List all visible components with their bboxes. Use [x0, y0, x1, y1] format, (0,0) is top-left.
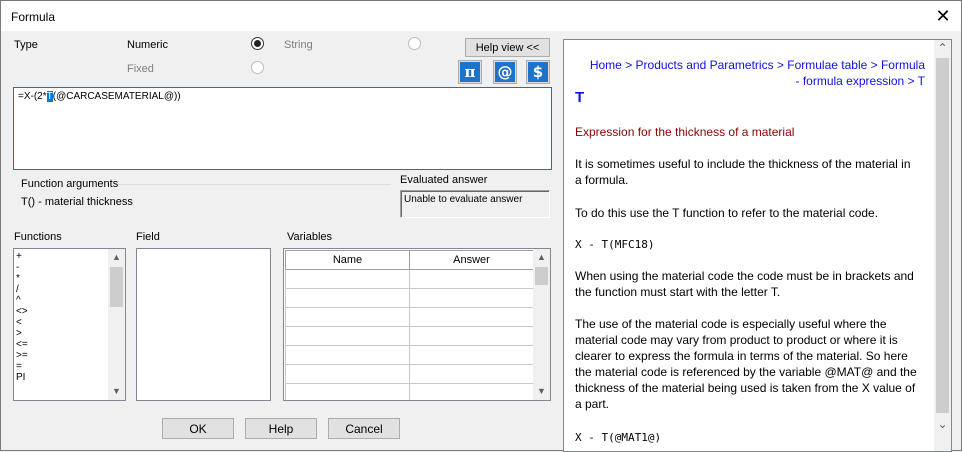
function-list-item[interactable]: <: [16, 317, 28, 328]
scroll-up-icon[interactable]: ⌃: [934, 40, 951, 57]
numeric-label: Numeric: [127, 39, 168, 51]
table-row[interactable]: [285, 326, 534, 346]
variables-col-answer: Answer: [409, 250, 534, 270]
scroll-up-icon[interactable]: ▲: [108, 249, 125, 266]
help-title: T: [575, 89, 585, 106]
variable-name-cell[interactable]: [285, 364, 410, 384]
scroll-down-icon[interactable]: ⌄: [934, 416, 951, 433]
string-radio[interactable]: [408, 37, 421, 50]
field-list[interactable]: [136, 248, 271, 401]
formula-text-before: =X-(2*: [18, 91, 47, 102]
table-row[interactable]: [285, 383, 534, 400]
variable-name-cell[interactable]: [285, 383, 410, 400]
table-row[interactable]: [285, 364, 534, 384]
variables-scrollbar[interactable]: ▲ ▼: [533, 249, 550, 400]
function-list-item[interactable]: PI: [16, 372, 28, 383]
cancel-button[interactable]: Cancel: [328, 418, 400, 439]
function-arguments-divider: [119, 184, 391, 185]
variable-answer-cell[interactable]: [409, 364, 534, 384]
variable-name-cell[interactable]: [285, 288, 410, 308]
ok-button[interactable]: OK: [162, 418, 234, 439]
help-paragraph-4: The use of the material code is especial…: [575, 317, 917, 411]
formula-input[interactable]: =X-(2*T(@CARCASEMATERIAL@)): [13, 87, 552, 170]
help-paragraph-1: It is sometimes useful to include the th…: [575, 157, 911, 187]
functions-label: Functions: [14, 231, 62, 243]
variable-answer-cell[interactable]: [409, 345, 534, 365]
dollar-button[interactable]: $: [526, 60, 550, 84]
variables-table: Name Answer: [285, 250, 534, 400]
function-list-item[interactable]: <>: [16, 306, 28, 317]
variables-grid[interactable]: Name Answer ▲ ▼: [283, 248, 551, 401]
help-panel[interactable]: Home > Products and Parametrics > Formul…: [563, 39, 952, 452]
table-row[interactable]: [285, 345, 534, 365]
table-row[interactable]: [285, 288, 534, 308]
function-list-item[interactable]: <=: [16, 339, 28, 350]
pi-icon: π: [460, 62, 480, 82]
variables-col-name: Name: [285, 250, 410, 270]
function-list-item[interactable]: >=: [16, 350, 28, 361]
evaluated-answer-label: Evaluated answer: [400, 174, 488, 186]
numeric-radio[interactable]: [251, 37, 264, 50]
title-bar: Formula ✕: [1, 1, 961, 31]
pi-button[interactable]: π: [458, 60, 482, 84]
dollar-icon: $: [528, 62, 548, 82]
formula-dialog: Formula ✕ Type Numeric String Fixed Help…: [0, 0, 962, 452]
variable-answer-cell[interactable]: [409, 269, 534, 289]
help-subtitle: Expression for the thickness of a materi…: [575, 125, 795, 139]
field-label: Field: [136, 231, 160, 243]
function-list-item[interactable]: -: [16, 262, 28, 273]
function-list-item[interactable]: /: [16, 284, 28, 295]
breadcrumb[interactable]: Home > Products and Parametrics > Formul…: [585, 57, 925, 89]
close-icon[interactable]: ✕: [929, 3, 957, 29]
function-list-item[interactable]: *: [16, 273, 28, 284]
window-title: Formula: [11, 10, 56, 24]
scroll-down-icon[interactable]: ▼: [108, 383, 125, 400]
variable-answer-cell[interactable]: [409, 288, 534, 308]
formula-text-after: (@CARCASEMATERIAL@)): [52, 91, 181, 102]
help-button[interactable]: Help: [245, 418, 317, 439]
function-list-item[interactable]: ^: [16, 295, 28, 306]
function-list-item[interactable]: =: [16, 361, 28, 372]
variable-answer-cell[interactable]: [409, 383, 534, 400]
variable-answer-cell[interactable]: [409, 326, 534, 346]
help-paragraph-3: When using the material code the code mu…: [575, 269, 914, 299]
at-icon: @: [495, 62, 515, 82]
variable-name-cell[interactable]: [285, 269, 410, 289]
help-scroll-thumb[interactable]: [936, 58, 949, 413]
at-button[interactable]: @: [493, 60, 517, 84]
string-label: String: [284, 39, 313, 51]
scroll-down-icon[interactable]: ▼: [533, 383, 550, 400]
function-arguments-text: T() - material thickness: [21, 196, 133, 208]
function-arguments-label: Function arguments: [21, 178, 119, 190]
help-scrollbar[interactable]: ⌃ ⌄: [934, 40, 951, 451]
functions-scrollbar[interactable]: ▲ ▼: [108, 249, 125, 400]
help-view-button[interactable]: Help view <<: [465, 38, 550, 57]
scroll-up-icon[interactable]: ▲: [533, 249, 550, 266]
function-list-item[interactable]: +: [16, 251, 28, 262]
type-label: Type: [14, 39, 38, 51]
help-code-2: X - T(@MAT1@): [575, 431, 662, 444]
functions-items: + - * / ^ <> < > <= >= = PI: [16, 251, 28, 383]
variable-answer-cell[interactable]: [409, 307, 534, 327]
help-code-1: X - T(MFC18): [575, 238, 655, 251]
variable-name-cell[interactable]: [285, 307, 410, 327]
fixed-label: Fixed: [127, 63, 154, 75]
evaluated-answer-field: Unable to evaluate answer: [400, 190, 550, 218]
help-paragraph-2: To do this use the T function to refer t…: [575, 206, 879, 220]
function-list-item[interactable]: >: [16, 328, 28, 339]
table-row[interactable]: [285, 269, 534, 289]
table-row[interactable]: [285, 307, 534, 327]
functions-list[interactable]: + - * / ^ <> < > <= >= = PI ▲ ▼: [13, 248, 126, 401]
fixed-radio[interactable]: [251, 61, 264, 74]
scroll-thumb[interactable]: [535, 267, 548, 285]
scroll-thumb[interactable]: [110, 267, 123, 307]
variable-name-cell[interactable]: [285, 326, 410, 346]
variables-label: Variables: [287, 231, 333, 243]
variable-name-cell[interactable]: [285, 345, 410, 365]
